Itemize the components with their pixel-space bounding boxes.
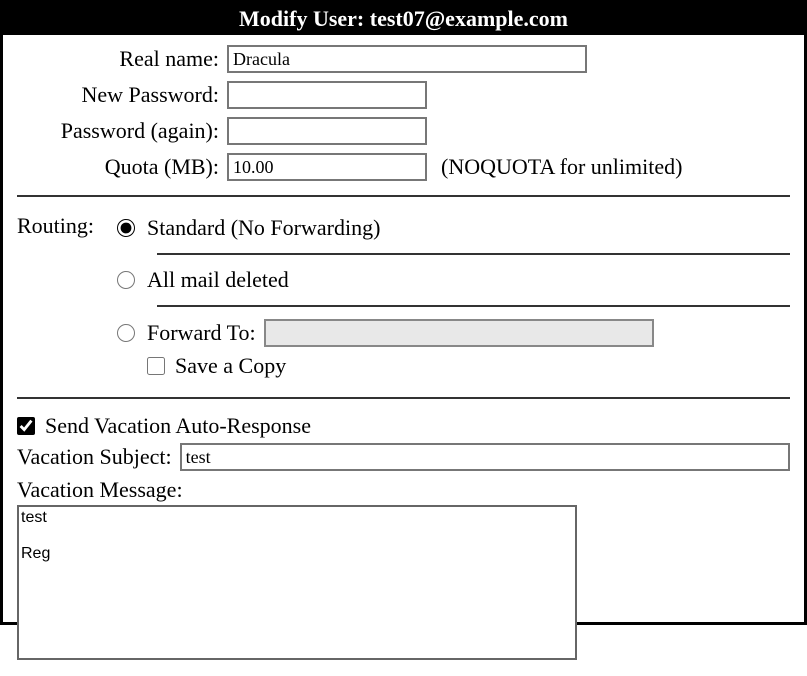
quota-hint: (NOQUOTA for unlimited): [441, 154, 682, 180]
window-title: Modify User: test07@example.com: [3, 3, 804, 35]
routing-label: Routing:: [17, 211, 117, 239]
new-password-input[interactable]: [227, 81, 427, 109]
routing-options: Standard (No Forwarding) All mail delete…: [117, 211, 790, 383]
real-name-input[interactable]: [227, 45, 587, 73]
quota-input[interactable]: [227, 153, 427, 181]
password-again-label: Password (again):: [17, 118, 227, 144]
save-copy-checkbox[interactable]: [147, 357, 165, 375]
real-name-row: Real name:: [17, 45, 790, 73]
quota-row: Quota (MB): (NOQUOTA for unlimited): [17, 153, 790, 181]
routing-forward-row: Forward To:: [117, 315, 790, 351]
routing-sep-1: [157, 253, 790, 255]
vacation-message-textarea[interactable]: [17, 505, 577, 660]
send-vacation-checkbox[interactable]: [17, 417, 35, 435]
routing-forward-label: Forward To:: [147, 320, 256, 346]
routing-deleted-label: All mail deleted: [147, 267, 289, 293]
routing-deleted-row: All mail deleted: [117, 263, 790, 297]
routing-standard-row: Standard (No Forwarding): [117, 211, 790, 245]
modify-user-window: Modify User: test07@example.com Real nam…: [0, 0, 807, 625]
divider-2: [17, 397, 790, 399]
routing-forward-radio[interactable]: [117, 324, 135, 342]
routing-deleted-radio[interactable]: [117, 271, 135, 289]
form-content: Real name: New Password: Password (again…: [3, 35, 804, 676]
password-again-row: Password (again):: [17, 117, 790, 145]
new-password-label: New Password:: [17, 82, 227, 108]
password-again-input[interactable]: [227, 117, 427, 145]
routing-section: Routing: Standard (No Forwarding) All ma…: [17, 211, 790, 383]
save-copy-label: Save a Copy: [175, 353, 286, 379]
routing-standard-label: Standard (No Forwarding): [147, 215, 380, 241]
vacation-message-label: Vacation Message:: [17, 477, 790, 503]
send-vacation-label: Send Vacation Auto-Response: [45, 413, 311, 439]
send-vacation-row: Send Vacation Auto-Response: [17, 413, 790, 439]
routing-standard-radio[interactable]: [117, 219, 135, 237]
vacation-subject-label: Vacation Subject:: [17, 444, 172, 470]
quota-label: Quota (MB):: [17, 154, 227, 180]
vacation-subject-row: Vacation Subject:: [17, 443, 790, 471]
vacation-subject-input[interactable]: [180, 443, 790, 471]
routing-sep-2: [157, 305, 790, 307]
new-password-row: New Password:: [17, 81, 790, 109]
save-copy-row: Save a Copy: [117, 351, 790, 383]
forward-to-input[interactable]: [264, 319, 654, 347]
real-name-label: Real name:: [17, 46, 227, 72]
divider-1: [17, 195, 790, 197]
